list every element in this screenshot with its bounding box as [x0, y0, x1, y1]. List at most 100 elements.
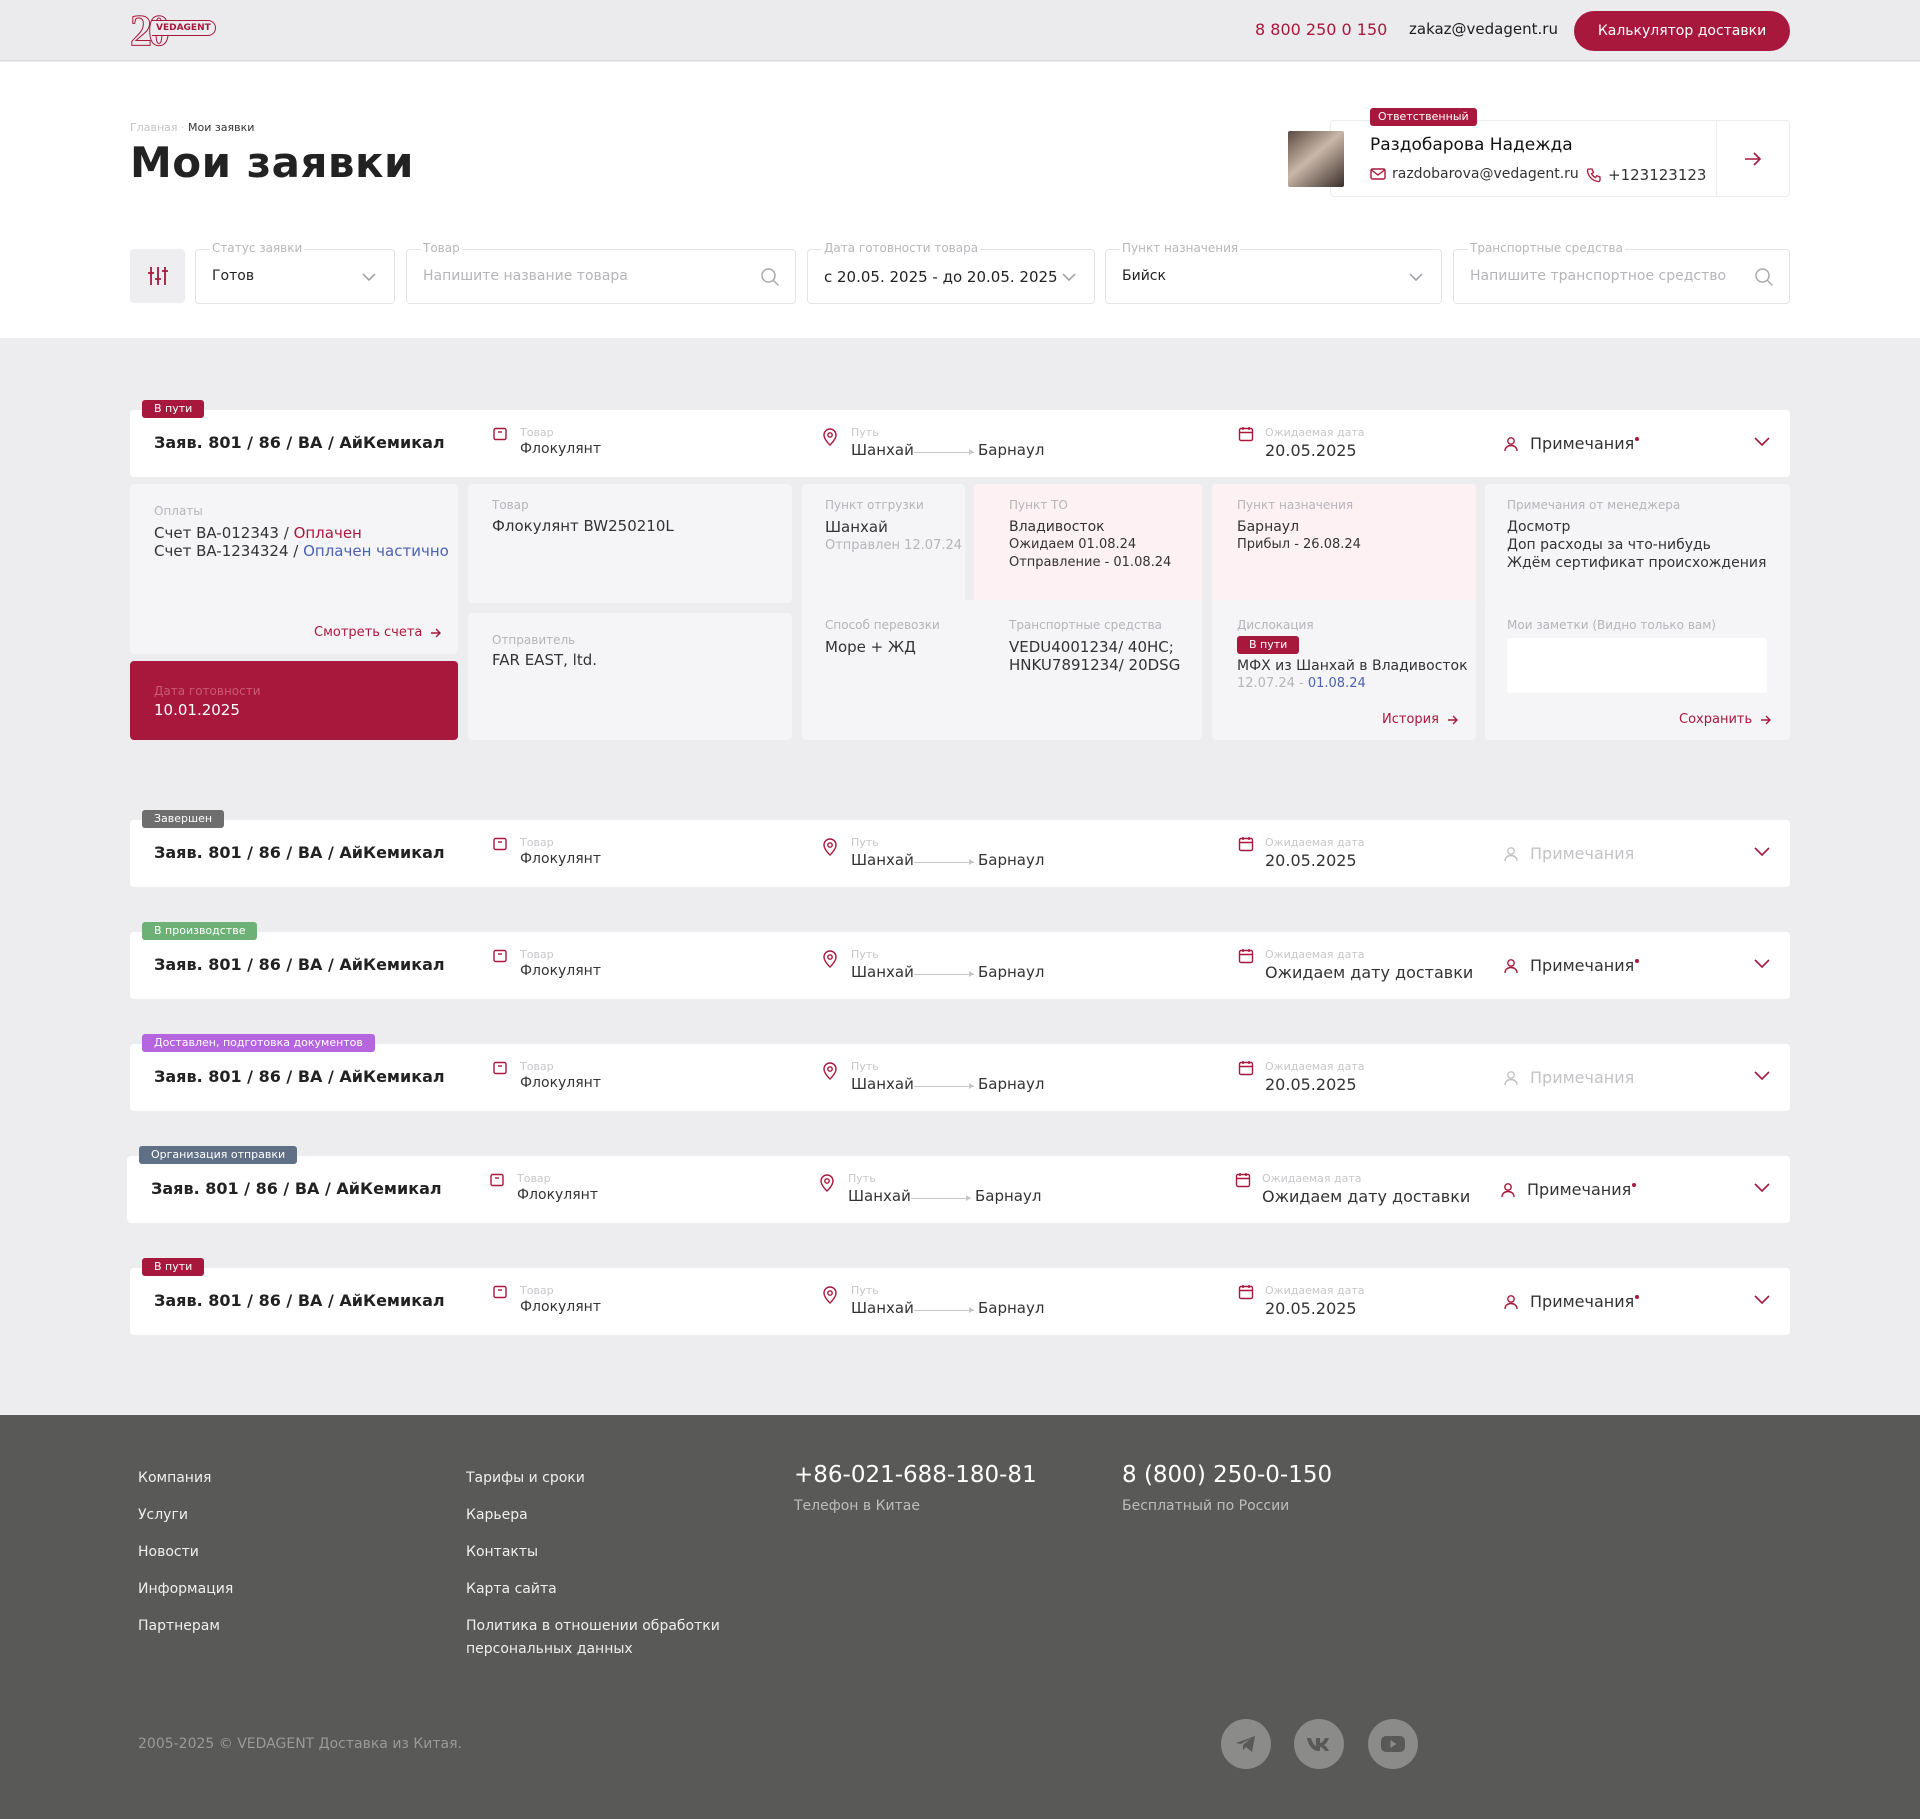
product-filter-input[interactable]: Напишите название товара — [423, 268, 628, 284]
footer-link[interactable]: персональных данных — [466, 1641, 633, 1657]
search-icon[interactable] — [759, 266, 781, 288]
notes-indicator-dot — [1635, 437, 1640, 441]
history-link[interactable]: История — [1382, 712, 1459, 727]
path-from: Шанхай — [851, 963, 914, 981]
status-badge: Доставлен, подготовка документов — [142, 1034, 375, 1052]
arrow-right-icon — [1761, 715, 1772, 724]
notes-link[interactable]: Примечания — [1530, 1068, 1634, 1087]
logo[interactable]: 20 VEDAGENT — [130, 8, 250, 53]
path-arrow — [914, 1307, 974, 1313]
product-value: Флокулянт — [520, 1075, 601, 1091]
path-to: Барнаул — [975, 1187, 1042, 1205]
order-id[interactable]: Заяв. 801 / 86 / BA / АйКемикал — [154, 433, 445, 452]
date-filter[interactable]: Дата готовности товара с 20.05. 2025 - д… — [807, 241, 1095, 304]
notes-link[interactable]: Примечания — [1530, 956, 1640, 975]
breadcrumb-home[interactable]: Главная — [130, 121, 178, 134]
user-icon — [1503, 958, 1521, 976]
product-card-value: Флокулянт BW250210L — [492, 517, 674, 535]
manager-phone[interactable]: +123123123 — [1586, 166, 1706, 184]
order-id[interactable]: Заяв. 801 / 86 / BA / АйКемикал — [154, 1291, 445, 1310]
order-id[interactable]: Заяв. 801 / 86 / BA / АйКемикал — [154, 843, 445, 862]
chevron-down-icon[interactable] — [1754, 1178, 1772, 1196]
product-filter-label: Товар — [421, 241, 462, 255]
search-icon[interactable] — [1753, 266, 1775, 288]
footer-link[interactable]: Партнерам — [138, 1618, 220, 1634]
view-invoices-link[interactable]: Смотреть счета — [314, 625, 442, 640]
chevron-down-icon[interactable] — [1754, 432, 1772, 450]
status-filter[interactable]: Статус заявки Готов — [195, 241, 395, 304]
product-value: Флокулянт — [520, 441, 601, 457]
footer-phone-cn[interactable]: +86-021-688-180-81 — [794, 1462, 1037, 1488]
product-icon — [492, 948, 510, 966]
notes-link[interactable]: Примечания — [1530, 434, 1640, 453]
order-id[interactable]: Заяв. 801 / 86 / BA / АйКемикал — [154, 955, 445, 974]
notes-label: Примечания — [1530, 1292, 1635, 1311]
header-phone[interactable]: 8 800 250 0 150 — [1255, 20, 1387, 39]
path-from: Шанхай — [851, 851, 914, 869]
footer-link[interactable]: Услуги — [138, 1507, 188, 1523]
order-row[interactable]: В производстве Заяв. 801 / 86 / BA / АйКе… — [130, 922, 1790, 999]
manager-open-button[interactable] — [1716, 121, 1789, 196]
product-card: Товар Флокулянт BW250210L — [468, 484, 792, 603]
order-row[interactable]: Организация отправки Заяв. 801 / 86 / BA … — [127, 1146, 1790, 1223]
my-notes-textarea[interactable] — [1507, 638, 1767, 693]
location-pin-icon — [822, 950, 840, 968]
invoice-2-status: Оплачен частично — [303, 542, 449, 560]
path-label: Путь — [851, 1060, 879, 1073]
calculator-button[interactable]: Калькулятор доставки — [1574, 11, 1790, 51]
vk-button[interactable] — [1294, 1719, 1344, 1769]
order-row[interactable]: Завершен Заяв. 801 / 86 / BA / АйКемикал Т… — [130, 810, 1790, 887]
filter-toggle-button[interactable] — [130, 249, 185, 303]
chevron-down-icon[interactable] — [1754, 954, 1772, 972]
footer-link[interactable]: Политика в отношении обработки — [466, 1618, 720, 1634]
manager-email[interactable]: razdobarova@vedagent.ru — [1370, 166, 1579, 182]
location-pin-icon — [822, 428, 840, 446]
status-badge: В пути — [142, 400, 205, 418]
chevron-down-icon[interactable] — [1754, 1066, 1772, 1084]
product-icon — [492, 836, 510, 854]
ship-point-city: Шанхай — [825, 518, 888, 536]
footer-link[interactable]: Карта сайта — [466, 1581, 557, 1597]
method-value: Море + ЖД — [825, 638, 916, 656]
footer-link[interactable]: Карьера — [466, 1507, 528, 1523]
footer-phone-ru[interactable]: 8 (800) 250-0-150 — [1122, 1462, 1332, 1488]
chevron-down-icon — [1405, 266, 1427, 288]
footer-link[interactable]: Компания — [138, 1470, 211, 1486]
location-pin-icon — [822, 838, 840, 856]
notes-link[interactable]: Примечания — [1530, 1292, 1640, 1311]
notes-link[interactable]: Примечания — [1530, 844, 1634, 863]
notes-label: Примечания — [1527, 1180, 1632, 1199]
product-filter[interactable]: Товар Напишите название товара — [406, 241, 796, 304]
footer-link[interactable]: Информация — [138, 1581, 233, 1597]
transport-filter[interactable]: Транспортные средства Напишите транспорт… — [1453, 241, 1790, 304]
expected-date-value: 20.05.2025 — [1265, 851, 1357, 870]
transport-filter-label: Транспортные средства — [1468, 241, 1625, 255]
path-to: Барнаул — [978, 963, 1045, 981]
telegram-button[interactable] — [1221, 1719, 1271, 1769]
invoice-line-2: Счет BA-1234324 / Оплачен частично — [154, 542, 449, 560]
invoice-line-1: Счет BA-012343 / Оплачен — [154, 524, 362, 542]
order-row[interactable]: Доставлен, подготовка документов Заяв. 80… — [130, 1034, 1790, 1111]
footer-link[interactable]: Новости — [138, 1544, 199, 1560]
youtube-button[interactable] — [1368, 1719, 1418, 1769]
header-email[interactable]: zakaz@vedagent.ru — [1409, 20, 1558, 38]
destination-filter[interactable]: Пункт назначения Бийск — [1105, 241, 1442, 304]
order-id[interactable]: Заяв. 801 / 86 / BA / АйКемикал — [154, 1067, 445, 1086]
destination-label: Пункт назначения — [1237, 498, 1354, 512]
notes-link[interactable]: Примечания — [1527, 1180, 1637, 1199]
destination-city: Барнаул — [1237, 519, 1300, 535]
chevron-down-icon[interactable] — [1754, 1290, 1772, 1308]
save-notes-link[interactable]: Сохранить — [1679, 712, 1772, 727]
sender-value: FAR EAST, ltd. — [492, 651, 597, 669]
order-id[interactable]: Заяв. 801 / 86 / BA / АйКемикал — [151, 1179, 442, 1198]
my-notes-card: Мои заметки (Видно только вам) Сохранить — [1485, 600, 1790, 740]
order-row[interactable]: В пути Заяв. 801 / 86 / BA / АйКемикал Тов… — [130, 1258, 1790, 1335]
footer-link[interactable]: Контакты — [466, 1544, 538, 1560]
footer-link[interactable]: Тарифы и сроки — [466, 1470, 585, 1486]
chevron-down-icon[interactable] — [1754, 842, 1772, 860]
path-to: Барнаул — [978, 1299, 1045, 1317]
transport-filter-input[interactable]: Напишите транспортное средство — [1470, 268, 1726, 284]
notes-indicator-dot — [1632, 1183, 1637, 1187]
sliders-icon — [147, 267, 168, 285]
order-row[interactable]: В пути Заяв. 801 / 86 / BA / АйКемикал Тов… — [130, 400, 1790, 477]
